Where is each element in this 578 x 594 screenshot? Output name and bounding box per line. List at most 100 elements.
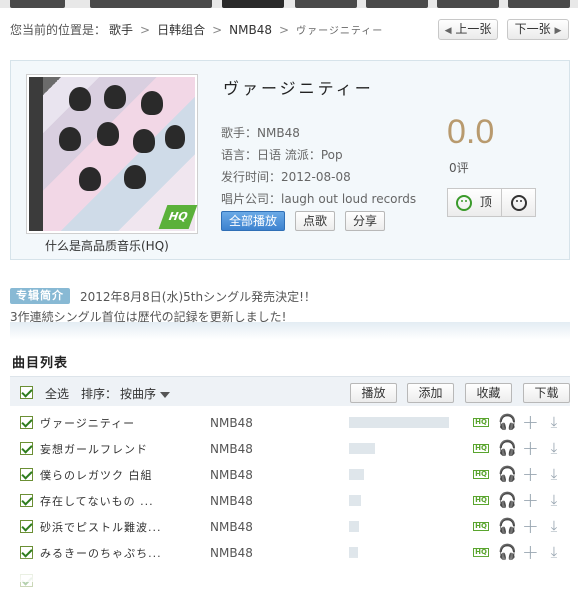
cover-figure	[104, 85, 126, 109]
sort-value: 按曲序	[120, 387, 157, 401]
track-checkbox[interactable]	[20, 494, 33, 507]
download-icon[interactable]: ⤓	[546, 414, 562, 430]
triangle-left-icon: ◀	[444, 26, 452, 36]
headphones-icon[interactable]: 🎧	[498, 518, 517, 534]
top-navigation	[0, 0, 578, 8]
album-release: 发行时间：2012-08-08	[221, 168, 351, 185]
cover-figure	[69, 87, 91, 111]
track-artist[interactable]: NMB48	[210, 468, 253, 482]
nav-tab[interactable]	[150, 0, 212, 8]
release-label: 发行时间：	[221, 170, 282, 184]
track-artist[interactable]: NMB48	[210, 442, 253, 456]
nav-tab[interactable]	[10, 0, 65, 8]
favorite-selected-button[interactable]: 收藏	[465, 383, 512, 403]
singer-value[interactable]: NMB48	[257, 126, 300, 140]
add-icon[interactable]: +	[522, 412, 539, 432]
hq-icon: HQ	[473, 496, 489, 505]
add-icon[interactable]: +	[522, 438, 539, 458]
hq-icon: HQ	[473, 444, 489, 453]
track-title[interactable]: 砂浜でピストル難波...	[40, 519, 162, 535]
download-icon[interactable]: ⤓	[546, 492, 562, 508]
album-singer: 歌手：NMB48	[221, 124, 300, 141]
frown-icon	[511, 194, 527, 211]
cd-spine	[29, 77, 43, 231]
add-icon[interactable]: +	[522, 490, 539, 510]
download-icon[interactable]: ⤓	[546, 440, 562, 456]
headphones-icon[interactable]: 🎧	[498, 492, 517, 508]
hq-icon: HQ	[473, 522, 489, 531]
headphones-icon[interactable]: 🎧	[498, 414, 517, 430]
track-title[interactable]: ヴァージニティー	[40, 415, 135, 431]
breadcrumb-link-artist[interactable]: NMB48	[229, 23, 272, 37]
headphones-icon[interactable]: 🎧	[498, 440, 517, 456]
table-row[interactable]: 存在してないもの ... NMB48 HQ 🎧 + ⤓	[10, 488, 570, 514]
hq-info-link[interactable]: 什么是高品质音乐(HQ)	[45, 237, 169, 254]
download-icon[interactable]: ⤓	[546, 518, 562, 534]
add-icon[interactable]: +	[522, 516, 539, 536]
vote-down-button[interactable]	[501, 188, 536, 217]
singer-label: 歌手：	[221, 126, 258, 140]
breadcrumb-link-category[interactable]: 日韩组合	[157, 23, 205, 37]
breadcrumb-separator: >	[212, 23, 223, 37]
breadcrumb-current: ヴァージニティー	[296, 26, 384, 37]
breadcrumb-separator: >	[140, 23, 151, 37]
table-row[interactable]: ヴァージニティー NMB48 HQ 🎧 + ⤓	[10, 410, 570, 436]
nav-tab[interactable]	[508, 0, 570, 8]
popularity-bar	[349, 521, 359, 532]
breadcrumb: 您当前的位置是： 歌手 > 日韩组合 > NMB48 > ヴァージニティー	[10, 21, 386, 39]
table-row[interactable]: 僕らのレガツク 白組 NMB48 HQ 🎧 + ⤓	[10, 462, 570, 488]
hq-icon: HQ	[473, 470, 489, 479]
share-button[interactable]: 分享	[345, 211, 385, 231]
request-song-button[interactable]: 点歌	[295, 211, 335, 231]
track-artist[interactable]: NMB48	[210, 494, 253, 508]
breadcrumb-link-singer[interactable]: 歌手	[109, 23, 133, 37]
album-info-panel: HQ 什么是高品质音乐(HQ) ヴァージニティー 歌手：NMB48 语言：日语 …	[10, 60, 570, 260]
popularity-bar	[349, 417, 449, 428]
popularity-bar	[349, 495, 361, 506]
table-row[interactable]: 妄想ガールフレンド NMB48 HQ 🎧 + ⤓	[10, 436, 570, 462]
prev-album-button[interactable]: ◀ 上一张	[438, 19, 498, 40]
scroll-fade	[0, 555, 578, 582]
track-checkbox[interactable]	[20, 468, 33, 481]
add-icon[interactable]: +	[522, 464, 539, 484]
breadcrumb-separator: >	[279, 23, 290, 37]
cover-figure	[133, 129, 155, 153]
track-checkbox[interactable]	[20, 520, 33, 533]
track-title[interactable]: 妄想ガールフレンド	[40, 441, 148, 457]
next-album-button[interactable]: 下一张 ▶	[507, 19, 569, 40]
add-selected-button[interactable]: 添加	[407, 383, 454, 403]
track-title[interactable]: 存在してないもの ...	[40, 493, 154, 509]
vote-up-button[interactable]: 顶	[447, 188, 502, 217]
sort-dropdown[interactable]: 按曲序	[120, 385, 171, 402]
play-selected-button[interactable]: 播放	[350, 383, 397, 403]
album-record-label: 唱片公司：laugh out loud records	[221, 190, 416, 207]
track-artist[interactable]: NMB48	[210, 520, 253, 534]
triangle-right-icon: ▶	[554, 26, 562, 36]
nav-tab[interactable]	[437, 0, 499, 8]
tracklist-title: 曲目列表	[12, 356, 69, 371]
track-checkbox[interactable]	[20, 442, 33, 455]
download-selected-button[interactable]: 下载	[523, 383, 570, 403]
nav-tab-active[interactable]	[222, 0, 284, 8]
album-title: ヴァージニティー	[223, 79, 374, 98]
play-all-button[interactable]: 全部播放	[221, 211, 285, 231]
hq-badge: HQ	[158, 205, 198, 229]
album-intro-label: 专辑简介	[10, 288, 70, 304]
track-checkbox[interactable]	[20, 416, 33, 429]
cover-figure	[141, 91, 163, 115]
cover-figure	[124, 165, 146, 189]
headphones-icon[interactable]: 🎧	[498, 466, 517, 482]
vote-up-label: 顶	[479, 195, 492, 209]
download-icon[interactable]: ⤓	[546, 466, 562, 482]
nav-tab[interactable]	[366, 0, 428, 8]
popularity-bar	[349, 443, 375, 454]
album-score: 0.0	[447, 113, 495, 151]
select-all-label[interactable]: 全选	[45, 385, 69, 402]
track-title[interactable]: 僕らのレガツク 白組	[40, 467, 153, 483]
table-row[interactable]: 砂浜でピストル難波... NMB48 HQ 🎧 + ⤓	[10, 514, 570, 540]
caret-down-icon	[160, 391, 171, 398]
select-all-checkbox[interactable]	[20, 386, 33, 399]
nav-tab[interactable]	[295, 0, 357, 8]
track-artist[interactable]: NMB48	[210, 416, 253, 430]
album-cover[interactable]: HQ	[26, 74, 198, 234]
